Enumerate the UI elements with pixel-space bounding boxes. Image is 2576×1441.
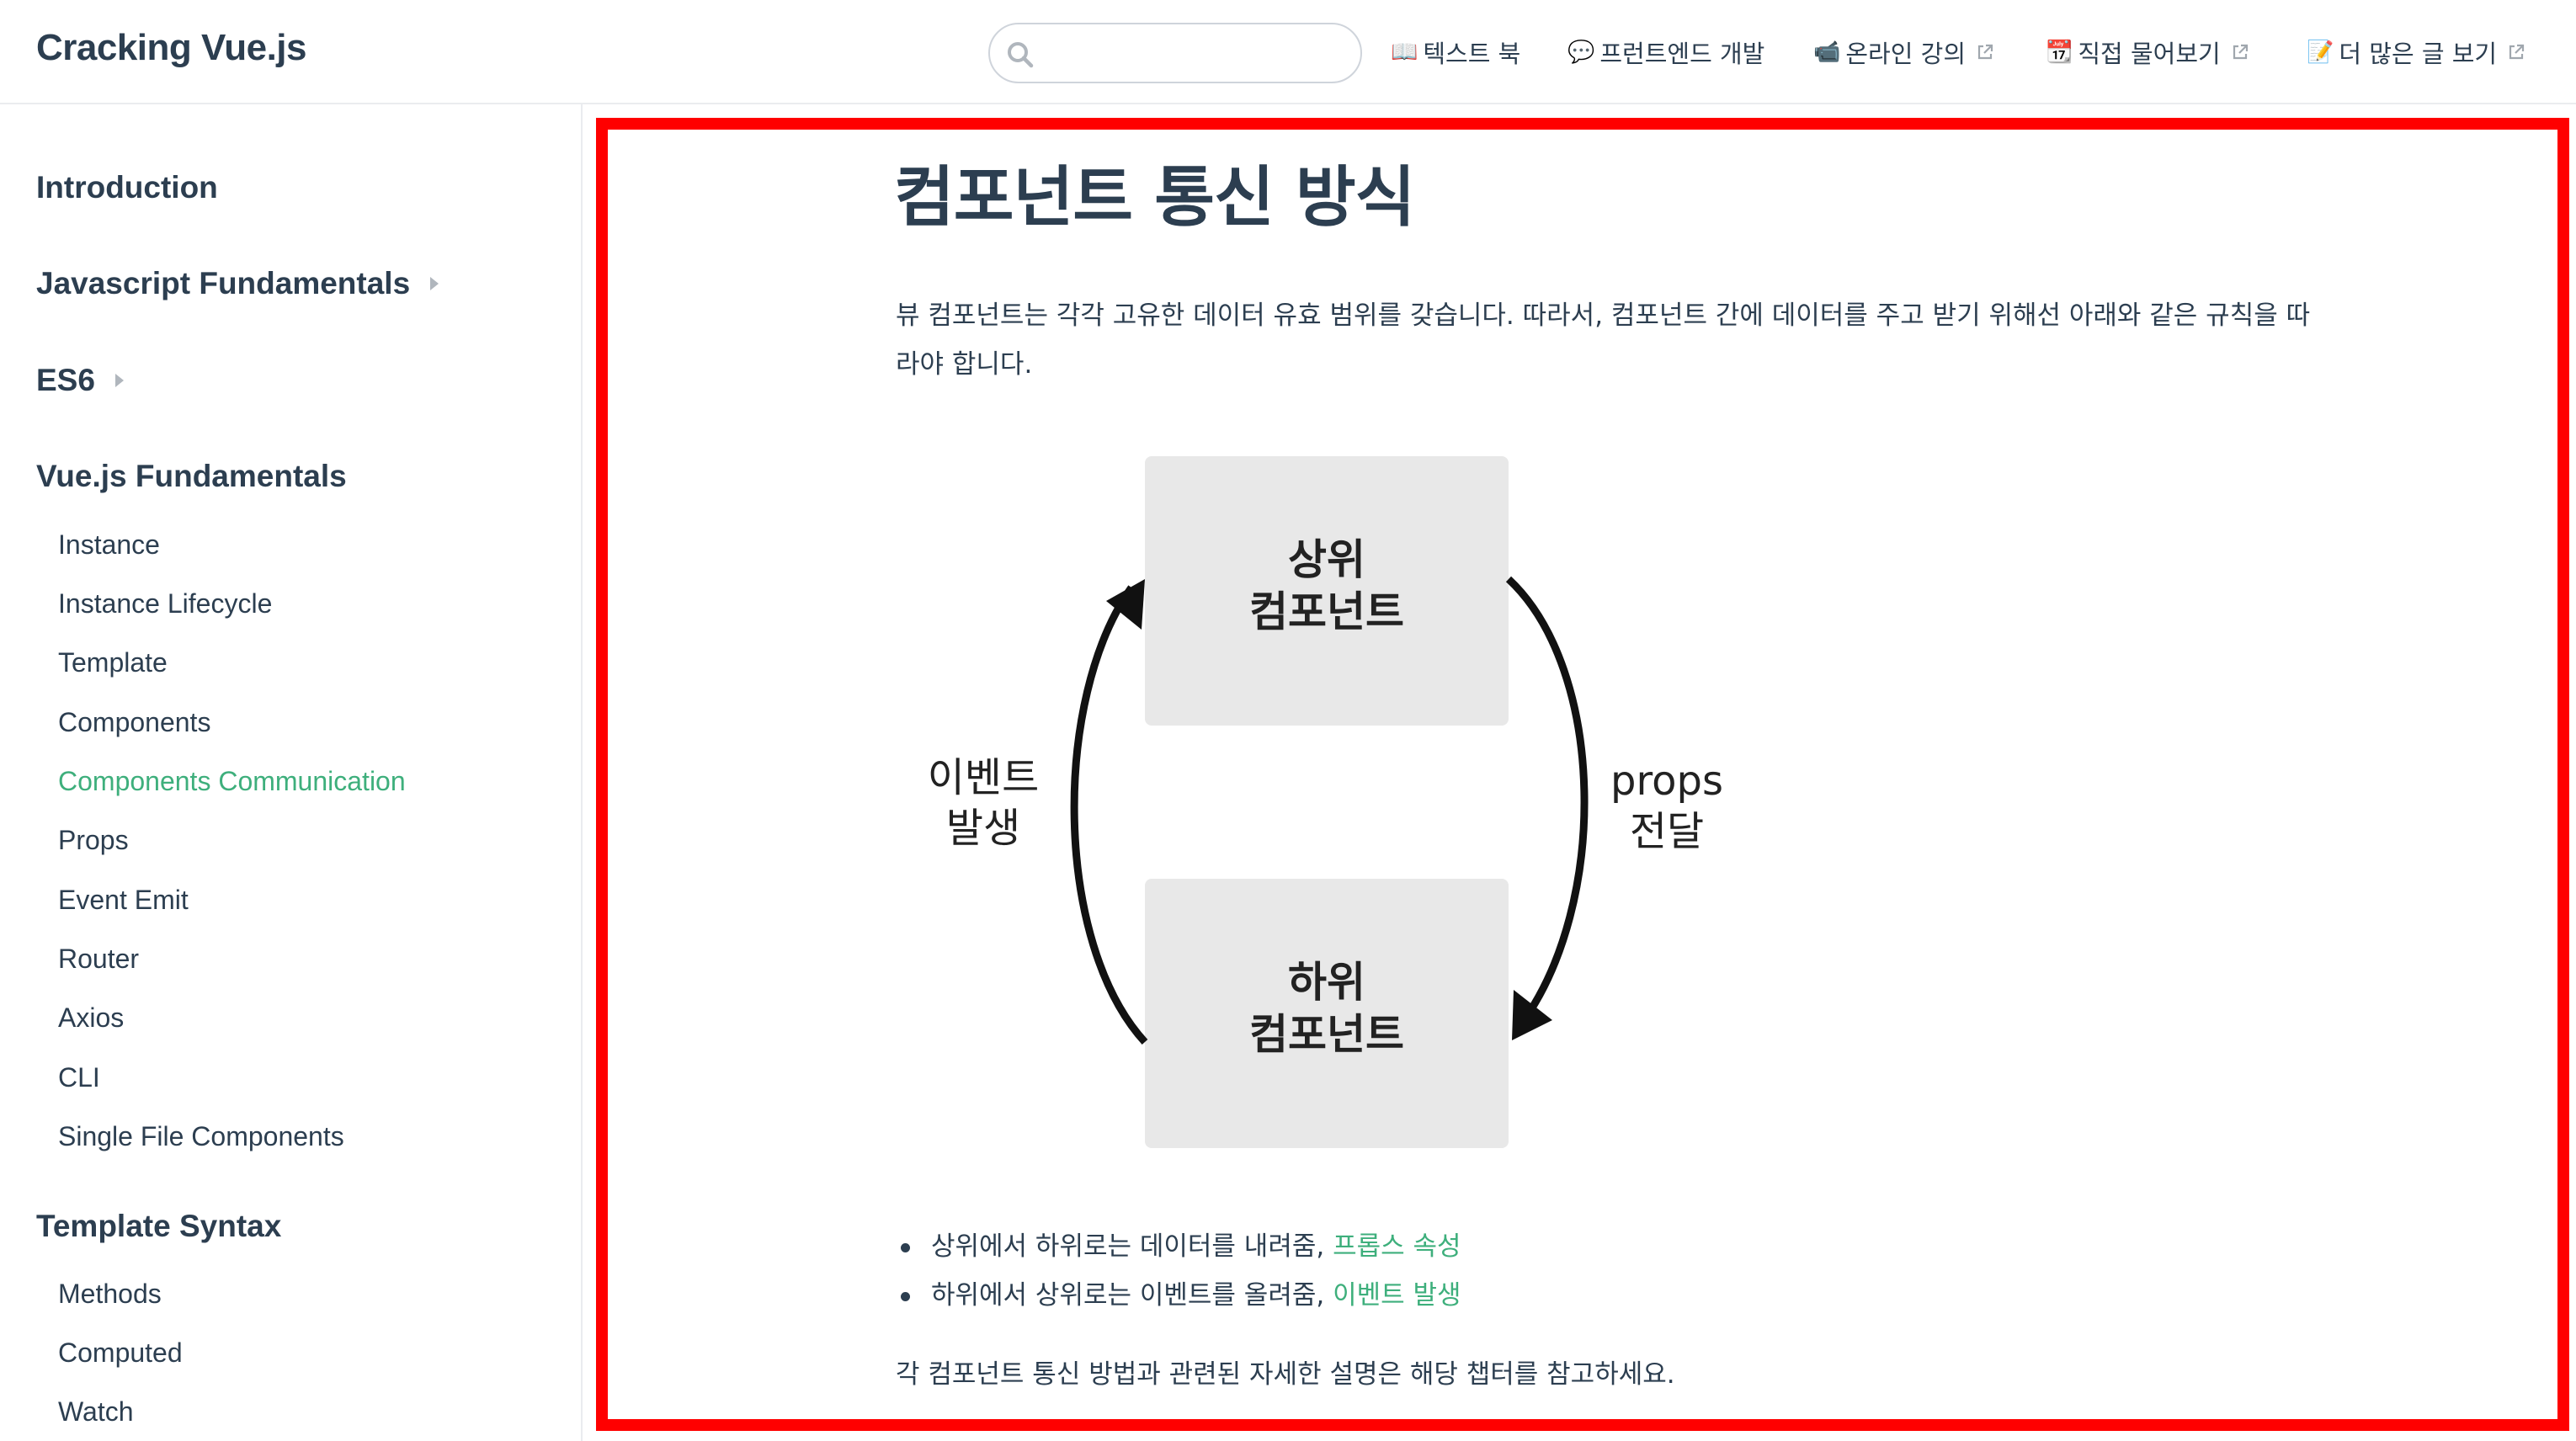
nav-frontend-link[interactable]: 💬 프런트엔드 개발: [1567, 32, 1764, 72]
parent-box-label-line1: 상위: [1288, 535, 1365, 584]
search-icon: [1008, 42, 1034, 68]
site-name-link[interactable]: Cracking Vue.js: [36, 27, 307, 69]
child-box-label-line1: 하위: [1288, 958, 1365, 1007]
sidebar-section-label: Javascript Fundamentals: [36, 266, 411, 300]
video-camera-icon: 📹: [1813, 40, 1841, 65]
event-emit-label-line2: 발생: [946, 805, 1020, 852]
search-box[interactable]: [988, 23, 1362, 83]
nav-textbook-link[interactable]: 📖 텍스트 북: [1391, 32, 1520, 72]
nav-item-label: 텍스트 북: [1423, 40, 1521, 68]
list-item-text: 상위에서 하위로는 데이터를 내려줌,: [931, 1231, 1333, 1262]
sidebar-item-template[interactable]: Template: [58, 647, 168, 678]
external-link-icon: [2509, 44, 2525, 60]
sidebar-section-vuejs-fundamentals[interactable]: Vue.js Fundamentals: [36, 459, 347, 494]
external-link-icon: [2233, 44, 2248, 60]
nav-ask-directly-link[interactable]: 📆 직접 물어보기: [2046, 32, 2249, 72]
external-link-icon: [1977, 44, 1993, 60]
list-item: 상위에서 하위로는 데이터를 내려줌, 프롭스 속성: [896, 1222, 1461, 1271]
nav-more-posts-link[interactable]: 📝 더 많은 글 보기: [2307, 32, 2525, 72]
list-item: 하위에서 상위로는 이벤트를 올려줌, 이벤트 발생: [896, 1271, 1461, 1320]
props-link[interactable]: 프롭스 속성: [1333, 1231, 1461, 1262]
sidebar-section-introduction[interactable]: Introduction: [36, 170, 218, 205]
props-label-line1: props: [1610, 758, 1723, 805]
sidebar-item-cli[interactable]: CLI: [58, 1062, 100, 1093]
sidebar-section-template-syntax[interactable]: Template Syntax: [36, 1209, 281, 1244]
nav-item-label: 더 많은 글 보기: [2339, 40, 2498, 68]
sidebar-item-computed[interactable]: Computed: [58, 1337, 183, 1369]
calendar-icon: 📆: [2046, 40, 2073, 65]
sidebar-item-event-emit[interactable]: Event Emit: [58, 885, 189, 916]
sidebar-item-watch[interactable]: Watch: [58, 1396, 134, 1428]
sidebar-item-methods[interactable]: Methods: [58, 1279, 162, 1310]
sidebar-item-props[interactable]: Props: [58, 825, 129, 856]
top-navbar: Cracking Vue.js 📖 텍스트 북 💬 프런트엔드 개발 📹 온라인…: [0, 0, 2576, 104]
child-box-label-line2: 컴포넌트: [1249, 1010, 1404, 1059]
sidebar-section-javascript-fundamentals[interactable]: Javascript Fundamentals: [36, 266, 439, 301]
caret-right-icon: [114, 374, 124, 387]
memo-icon: 📝: [2307, 40, 2334, 65]
sidebar-item-single-file-components[interactable]: Single File Components: [58, 1121, 344, 1152]
sidebar-item-components-communication[interactable]: Components Communication: [58, 766, 406, 797]
communication-rules-list: 상위에서 하위로는 데이터를 내려줌, 프롭스 속성 하위에서 상위로는 이벤트…: [896, 1222, 1461, 1320]
sidebar-item-instance[interactable]: Instance: [58, 529, 160, 561]
event-emit-label-line1: 이벤트: [928, 754, 1039, 801]
search-input[interactable]: [1049, 31, 1347, 77]
page-title: 컴포넌트 통신 방식: [894, 160, 1415, 236]
intro-paragraph: 뷰 컴포넌트는 각각 고유한 데이터 유효 범위를 갖습니다. 따라서, 컴포넌…: [896, 300, 2311, 380]
nav-item-label: 직접 물어보기: [2078, 40, 2221, 68]
speech-bubble-icon: 💬: [1567, 40, 1595, 65]
sidebar-item-components[interactable]: Components: [58, 707, 210, 738]
nav-item-label: 온라인 강의: [1845, 40, 1966, 68]
sidebar-section-es6[interactable]: ES6: [36, 363, 124, 398]
sidebar-item-router[interactable]: Router: [58, 944, 139, 975]
component-communication-diagram: 상위 컴포넌트 하위 컴포넌트 이벤트 발생 props 전달: [928, 456, 1723, 1148]
event-emit-link[interactable]: 이벤트 발생: [1333, 1280, 1461, 1311]
sidebar-item-instance-lifecycle[interactable]: Instance Lifecycle: [58, 588, 272, 619]
sidebar-section-label: ES6: [36, 363, 95, 397]
outro-paragraph: 각 컴포넌트 통신 방법과 관련된 자세한 설명은 해당 챕터를 참고하세요.: [896, 1359, 1675, 1390]
props-down-arrowhead: [1512, 990, 1552, 1040]
parent-box-label-line2: 컴포넌트: [1249, 588, 1404, 636]
list-item-text: 하위에서 상위로는 이벤트를 올려줌,: [931, 1280, 1333, 1311]
book-icon: 📖: [1391, 40, 1418, 65]
nav-online-course-link[interactable]: 📹 온라인 강의: [1813, 32, 1994, 72]
sidebar-item-axios[interactable]: Axios: [58, 1002, 124, 1034]
caret-right-icon: [430, 277, 439, 290]
sidebar: Introduction Javascript Fundamentals ES6…: [0, 104, 583, 1441]
event-up-arrow: [1070, 585, 1148, 1045]
nav-item-label: 프런트엔드 개발: [1599, 40, 1765, 68]
props-down-arrow: [1505, 576, 1589, 1028]
props-label-line2: 전달: [1630, 808, 1704, 855]
